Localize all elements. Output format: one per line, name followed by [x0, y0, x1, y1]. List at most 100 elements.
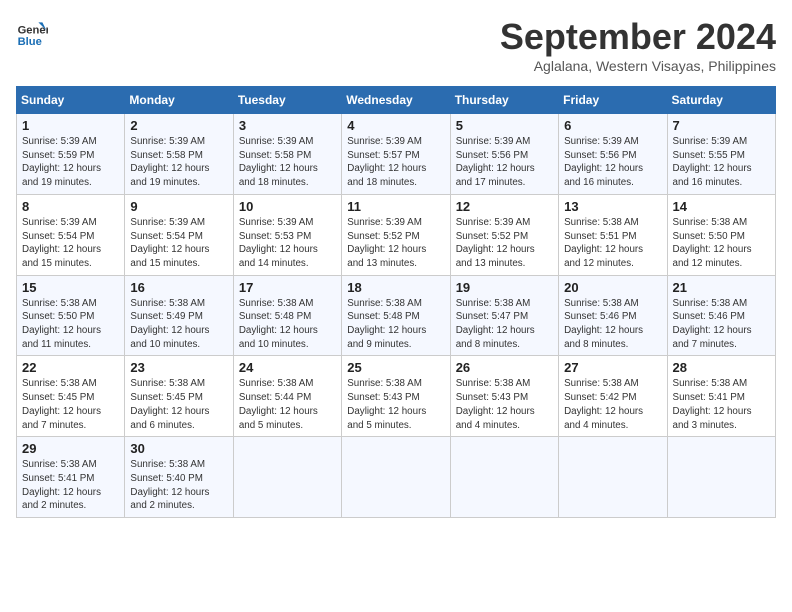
table-row: 21 Sunrise: 5:38 AM Sunset: 5:46 PM Dayl…	[667, 275, 775, 356]
day-info: Sunrise: 5:38 AM Sunset: 5:49 PM Dayligh…	[130, 297, 227, 352]
table-row: 7 Sunrise: 5:39 AM Sunset: 5:55 PM Dayli…	[667, 114, 775, 195]
day-info: Sunrise: 5:38 AM Sunset: 5:46 PM Dayligh…	[564, 297, 661, 352]
month-title: September 2024	[500, 16, 776, 58]
day-info: Sunrise: 5:38 AM Sunset: 5:40 PM Dayligh…	[130, 458, 227, 513]
table-row: 14 Sunrise: 5:38 AM Sunset: 5:50 PM Dayl…	[667, 194, 775, 275]
logo-icon: General Blue	[16, 16, 48, 48]
day-number: 8	[22, 199, 119, 214]
day-number: 5	[456, 118, 553, 133]
day-info: Sunrise: 5:39 AM Sunset: 5:52 PM Dayligh…	[456, 216, 553, 271]
table-row: 26 Sunrise: 5:38 AM Sunset: 5:43 PM Dayl…	[450, 356, 558, 437]
day-number: 24	[239, 360, 336, 375]
day-number: 18	[347, 280, 444, 295]
table-row	[559, 437, 667, 518]
day-info: Sunrise: 5:39 AM Sunset: 5:56 PM Dayligh…	[456, 135, 553, 190]
col-thursday: Thursday	[450, 87, 558, 114]
day-number: 15	[22, 280, 119, 295]
day-number: 14	[673, 199, 770, 214]
day-info: Sunrise: 5:39 AM Sunset: 5:57 PM Dayligh…	[347, 135, 444, 190]
day-number: 17	[239, 280, 336, 295]
day-info: Sunrise: 5:38 AM Sunset: 5:50 PM Dayligh…	[673, 216, 770, 271]
day-info: Sunrise: 5:38 AM Sunset: 5:43 PM Dayligh…	[456, 377, 553, 432]
col-wednesday: Wednesday	[342, 87, 450, 114]
day-number: 2	[130, 118, 227, 133]
day-info: Sunrise: 5:39 AM Sunset: 5:55 PM Dayligh…	[673, 135, 770, 190]
day-info: Sunrise: 5:38 AM Sunset: 5:47 PM Dayligh…	[456, 297, 553, 352]
col-sunday: Sunday	[17, 87, 125, 114]
day-info: Sunrise: 5:39 AM Sunset: 5:53 PM Dayligh…	[239, 216, 336, 271]
table-row: 4 Sunrise: 5:39 AM Sunset: 5:57 PM Dayli…	[342, 114, 450, 195]
table-row: 3 Sunrise: 5:39 AM Sunset: 5:58 PM Dayli…	[233, 114, 341, 195]
day-info: Sunrise: 5:38 AM Sunset: 5:41 PM Dayligh…	[22, 458, 119, 513]
day-number: 26	[456, 360, 553, 375]
day-info: Sunrise: 5:38 AM Sunset: 5:51 PM Dayligh…	[564, 216, 661, 271]
table-row: 20 Sunrise: 5:38 AM Sunset: 5:46 PM Dayl…	[559, 275, 667, 356]
table-row: 11 Sunrise: 5:39 AM Sunset: 5:52 PM Dayl…	[342, 194, 450, 275]
day-number: 6	[564, 118, 661, 133]
calendar-table: Sunday Monday Tuesday Wednesday Thursday…	[16, 86, 776, 518]
table-row: 5 Sunrise: 5:39 AM Sunset: 5:56 PM Dayli…	[450, 114, 558, 195]
calendar-week-row: 1 Sunrise: 5:39 AM Sunset: 5:59 PM Dayli…	[17, 114, 776, 195]
col-friday: Friday	[559, 87, 667, 114]
day-info: Sunrise: 5:38 AM Sunset: 5:48 PM Dayligh…	[239, 297, 336, 352]
table-row: 9 Sunrise: 5:39 AM Sunset: 5:54 PM Dayli…	[125, 194, 233, 275]
table-row: 23 Sunrise: 5:38 AM Sunset: 5:45 PM Dayl…	[125, 356, 233, 437]
table-row: 6 Sunrise: 5:39 AM Sunset: 5:56 PM Dayli…	[559, 114, 667, 195]
day-number: 28	[673, 360, 770, 375]
day-info: Sunrise: 5:39 AM Sunset: 5:58 PM Dayligh…	[130, 135, 227, 190]
day-number: 3	[239, 118, 336, 133]
col-tuesday: Tuesday	[233, 87, 341, 114]
day-number: 10	[239, 199, 336, 214]
table-row: 30 Sunrise: 5:38 AM Sunset: 5:40 PM Dayl…	[125, 437, 233, 518]
calendar-header-row: Sunday Monday Tuesday Wednesday Thursday…	[17, 87, 776, 114]
day-number: 29	[22, 441, 119, 456]
table-row	[450, 437, 558, 518]
table-row: 1 Sunrise: 5:39 AM Sunset: 5:59 PM Dayli…	[17, 114, 125, 195]
table-row: 28 Sunrise: 5:38 AM Sunset: 5:41 PM Dayl…	[667, 356, 775, 437]
calendar-week-row: 29 Sunrise: 5:38 AM Sunset: 5:41 PM Dayl…	[17, 437, 776, 518]
day-number: 13	[564, 199, 661, 214]
table-row: 2 Sunrise: 5:39 AM Sunset: 5:58 PM Dayli…	[125, 114, 233, 195]
title-block: September 2024 Aglalana, Western Visayas…	[500, 16, 776, 74]
calendar-week-row: 8 Sunrise: 5:39 AM Sunset: 5:54 PM Dayli…	[17, 194, 776, 275]
day-info: Sunrise: 5:39 AM Sunset: 5:59 PM Dayligh…	[22, 135, 119, 190]
table-row: 24 Sunrise: 5:38 AM Sunset: 5:44 PM Dayl…	[233, 356, 341, 437]
table-row: 12 Sunrise: 5:39 AM Sunset: 5:52 PM Dayl…	[450, 194, 558, 275]
day-info: Sunrise: 5:38 AM Sunset: 5:41 PM Dayligh…	[673, 377, 770, 432]
day-number: 30	[130, 441, 227, 456]
table-row: 18 Sunrise: 5:38 AM Sunset: 5:48 PM Dayl…	[342, 275, 450, 356]
table-row: 13 Sunrise: 5:38 AM Sunset: 5:51 PM Dayl…	[559, 194, 667, 275]
page-header: General Blue September 2024 Aglalana, We…	[16, 16, 776, 74]
table-row	[342, 437, 450, 518]
day-number: 22	[22, 360, 119, 375]
day-number: 16	[130, 280, 227, 295]
day-info: Sunrise: 5:39 AM Sunset: 5:58 PM Dayligh…	[239, 135, 336, 190]
col-monday: Monday	[125, 87, 233, 114]
day-info: Sunrise: 5:39 AM Sunset: 5:54 PM Dayligh…	[130, 216, 227, 271]
day-info: Sunrise: 5:38 AM Sunset: 5:45 PM Dayligh…	[130, 377, 227, 432]
table-row: 10 Sunrise: 5:39 AM Sunset: 5:53 PM Dayl…	[233, 194, 341, 275]
day-number: 20	[564, 280, 661, 295]
day-info: Sunrise: 5:38 AM Sunset: 5:42 PM Dayligh…	[564, 377, 661, 432]
location-subtitle: Aglalana, Western Visayas, Philippines	[500, 58, 776, 74]
table-row	[667, 437, 775, 518]
day-number: 23	[130, 360, 227, 375]
table-row: 22 Sunrise: 5:38 AM Sunset: 5:45 PM Dayl…	[17, 356, 125, 437]
day-info: Sunrise: 5:39 AM Sunset: 5:52 PM Dayligh…	[347, 216, 444, 271]
table-row: 15 Sunrise: 5:38 AM Sunset: 5:50 PM Dayl…	[17, 275, 125, 356]
day-number: 11	[347, 199, 444, 214]
col-saturday: Saturday	[667, 87, 775, 114]
day-number: 19	[456, 280, 553, 295]
day-number: 12	[456, 199, 553, 214]
day-info: Sunrise: 5:39 AM Sunset: 5:56 PM Dayligh…	[564, 135, 661, 190]
day-number: 25	[347, 360, 444, 375]
day-info: Sunrise: 5:38 AM Sunset: 5:48 PM Dayligh…	[347, 297, 444, 352]
day-number: 27	[564, 360, 661, 375]
day-number: 21	[673, 280, 770, 295]
table-row: 29 Sunrise: 5:38 AM Sunset: 5:41 PM Dayl…	[17, 437, 125, 518]
table-row	[233, 437, 341, 518]
svg-text:Blue: Blue	[18, 36, 42, 48]
day-info: Sunrise: 5:38 AM Sunset: 5:45 PM Dayligh…	[22, 377, 119, 432]
table-row: 25 Sunrise: 5:38 AM Sunset: 5:43 PM Dayl…	[342, 356, 450, 437]
day-number: 4	[347, 118, 444, 133]
